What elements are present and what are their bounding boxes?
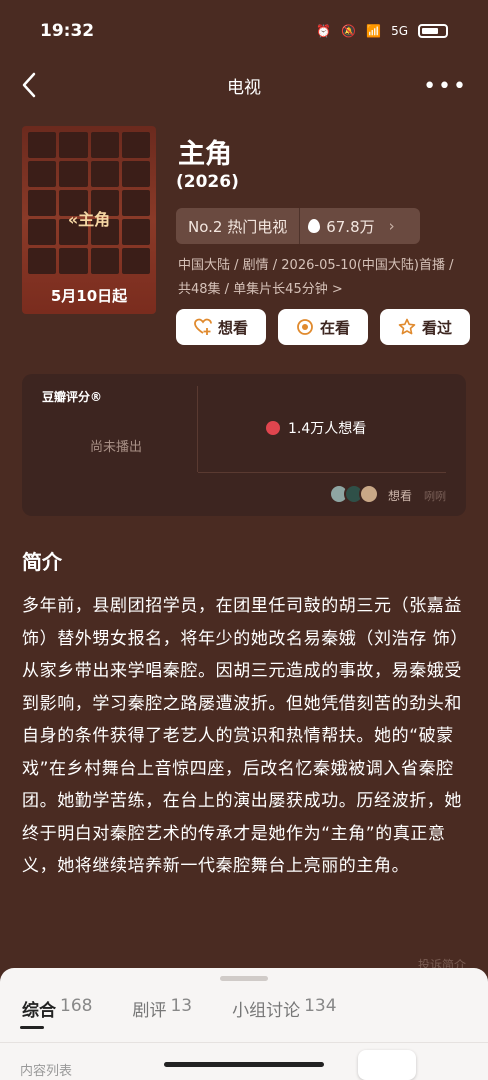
- want-button[interactable]: 想看: [176, 309, 266, 345]
- alarm-icon: ⏰: [316, 24, 332, 38]
- navigation-bar: 电视 •••: [0, 62, 488, 108]
- want-count-text: 1.4万人想看: [288, 421, 367, 437]
- watching-icon: [297, 319, 313, 335]
- rating-divider: [197, 386, 198, 472]
- back-icon[interactable]: [16, 70, 46, 100]
- friend-name: 咧咧: [424, 490, 446, 503]
- show-title: 主角: [178, 139, 232, 170]
- battery-icon: [418, 24, 448, 38]
- status-time: 19:32: [40, 21, 95, 41]
- network-label: 5G: [391, 24, 408, 38]
- watched-button[interactable]: 看过: [380, 309, 470, 345]
- flame-icon: [308, 219, 321, 233]
- rank-label: No.2 热门电视: [176, 208, 301, 244]
- content-list-label: 内容列表: [20, 1064, 73, 1079]
- watching-label: 在看: [319, 318, 350, 337]
- tab-count: 134: [304, 996, 337, 1016]
- poster-title: «主角: [67, 210, 111, 229]
- floating-toggle-button[interactable]: [358, 1050, 416, 1080]
- watched-label: 看过: [421, 318, 452, 337]
- heat-value: 67.8万: [326, 217, 375, 236]
- rating-status: 尚未播出: [90, 440, 143, 455]
- show-year: (2026): [176, 172, 239, 192]
- rating-card[interactable]: 豆瓣评分® 尚未播出 1.4万人想看 想看 咧咧: [22, 374, 466, 516]
- home-indicator[interactable]: [164, 1062, 324, 1067]
- show-meta[interactable]: 中国大陆 / 剧情 / 2026-05-10(中国大陆)首播 / 共48集 / …: [178, 254, 468, 302]
- rating-separator: [198, 472, 446, 473]
- tab-overall[interactable]: 综合 168: [22, 996, 92, 1021]
- page-title: 电视: [227, 77, 261, 98]
- tab-reviews[interactable]: 剧评 13: [132, 996, 192, 1021]
- heat-info: 67.8万 ›: [300, 216, 402, 237]
- rating-label: 豆瓣评分®: [42, 390, 103, 404]
- fire-icon: [266, 421, 280, 435]
- tab-divider: [0, 1042, 488, 1043]
- want-label: 想看: [217, 318, 248, 337]
- tab-count: 13: [170, 996, 193, 1016]
- status-icons: ⏰ 🔕 📶 5G: [316, 24, 448, 38]
- chevron-right-icon: ›: [388, 217, 395, 235]
- tab-group-discussion[interactable]: 小组讨论 134: [232, 996, 336, 1021]
- tab-label: 小组讨论: [232, 1001, 301, 1021]
- active-tab-indicator: [20, 1026, 44, 1029]
- mute-icon: 🔕: [341, 24, 357, 38]
- friends-want-label: 想看: [388, 489, 413, 503]
- avatar-group: [329, 484, 379, 504]
- drag-handle[interactable]: [220, 976, 268, 981]
- tab-label: 综合: [22, 1001, 56, 1021]
- action-buttons: 想看 在看 看过: [176, 309, 470, 345]
- watching-button[interactable]: 在看: [278, 309, 368, 345]
- poster-image[interactable]: «主角 5月10日起: [22, 126, 156, 314]
- tab-label: 剧评: [132, 1001, 167, 1021]
- intro-heading: 简介: [22, 550, 62, 574]
- avatar: [359, 484, 379, 504]
- poster-date: 5月10日起: [50, 287, 128, 305]
- poster-cast-grid: [28, 132, 150, 274]
- heart-plus-icon: [194, 318, 212, 335]
- tab-bar: 综合 168 剧评 13 小组讨论 134: [22, 996, 337, 1021]
- want-count: 1.4万人想看: [266, 418, 366, 438]
- intro-text: 多年前，县剧团招学员，在团里任司鼓的胡三元（张嘉益 饰）替外甥女报名，将年少的她…: [22, 596, 469, 876]
- status-bar: 19:32 ⏰ 🔕 📶 5G: [0, 0, 488, 62]
- tab-count: 168: [60, 996, 93, 1016]
- wifi-icon: 📶: [366, 24, 382, 38]
- more-icon[interactable]: •••: [423, 74, 468, 99]
- star-icon: [398, 318, 416, 335]
- rank-badge[interactable]: No.2 热门电视 67.8万 ›: [176, 208, 420, 244]
